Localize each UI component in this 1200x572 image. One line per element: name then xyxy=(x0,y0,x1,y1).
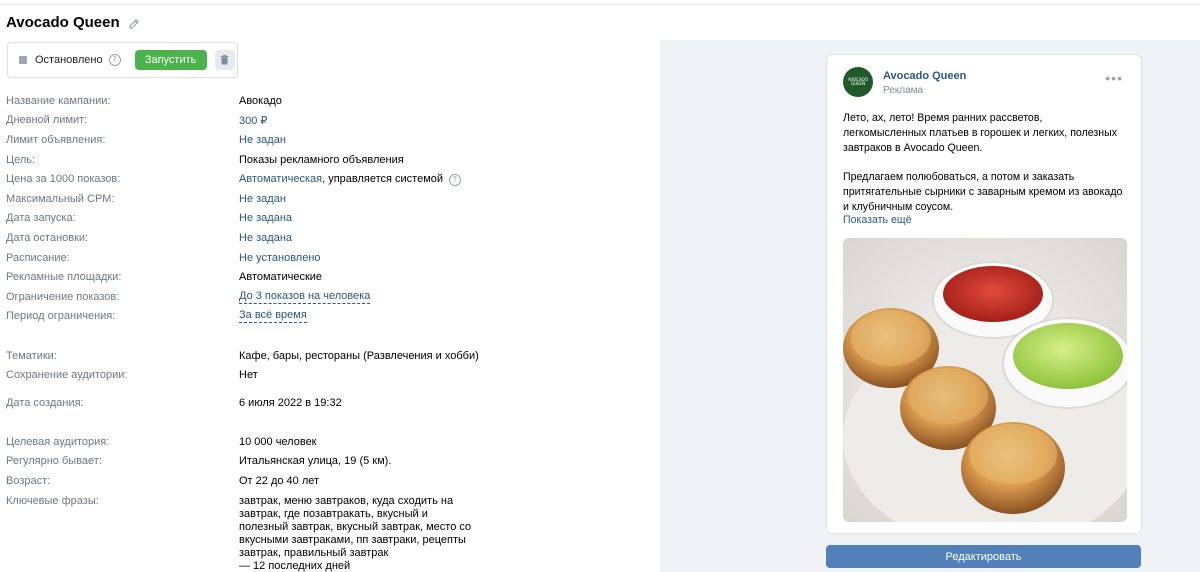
keyword-period: — 12 последних дней xyxy=(239,559,351,572)
detail-row: Ограничение показов: До 3 показов на чело… xyxy=(6,287,646,307)
trash-icon[interactable] xyxy=(214,50,235,70)
detail-value-link[interactable]: До 3 показов на человека xyxy=(239,290,371,304)
detail-row: Рекламные площадки: Автоматические xyxy=(6,267,646,287)
detail-value-link[interactable]: Автоматическая xyxy=(239,173,322,185)
detail-row: Сохранение аудитории: Нет xyxy=(6,365,646,385)
detail-value: Нет xyxy=(239,369,258,382)
ad-sublabel: Реклама xyxy=(883,85,924,96)
detail-row: Ключевые фразы: завтрак, меню завтраков, … xyxy=(6,491,646,572)
pencil-icon[interactable] xyxy=(128,17,140,29)
detail-row: Дневной лимит: 300 ₽ xyxy=(6,111,646,131)
detail-value-link[interactable]: Не задана xyxy=(239,232,292,244)
detail-label: Целевая аудитория: xyxy=(6,435,110,448)
detail-value-link[interactable]: Не установлено xyxy=(239,252,321,264)
detail-row: Возраст: От 22 до 40 лет xyxy=(6,471,646,491)
detail-value-link[interactable]: Не задан xyxy=(239,193,286,205)
detail-label: Дневной лимит: xyxy=(6,114,88,127)
detail-label: Дата остановки: xyxy=(6,231,89,244)
detail-label: Период ограничения: xyxy=(6,310,116,323)
detail-label: Дата создания: xyxy=(6,396,84,409)
detail-label: Рекламные площадки: xyxy=(6,271,122,284)
detail-row: Название кампании: Авокадо xyxy=(6,91,646,111)
start-button[interactable]: Запустить xyxy=(134,50,207,70)
detail-value: Автоматические xyxy=(239,271,323,284)
detail-row: Целевая аудитория: 10 000 человек xyxy=(6,432,646,452)
detail-value: 6 июля 2022 в 19:32 xyxy=(239,396,342,409)
edit-button[interactable]: Редактировать xyxy=(826,545,1141,568)
help-icon[interactable]: ? xyxy=(449,173,462,186)
detail-label: Лимит объявления: xyxy=(6,133,106,146)
detail-label: Ключевые фразы: xyxy=(6,494,99,507)
detail-value-link[interactable]: Не задан xyxy=(239,134,286,146)
detail-label: Расписание: xyxy=(6,251,70,264)
ad-preview-card: AVOCADO QUEEN Avocado Queen Реклама ••• … xyxy=(826,54,1142,534)
avatar[interactable]: AVOCADO QUEEN xyxy=(843,67,873,97)
more-icon[interactable]: ••• xyxy=(1105,71,1123,85)
status-text: Остановлено xyxy=(35,54,103,66)
detail-row: Максимальный CPM: Не задан xyxy=(6,189,646,209)
detail-label: Возраст: xyxy=(6,475,51,488)
post-paragraph: Предлагаем полюбоваться, а потом и заказ… xyxy=(843,171,1123,213)
post-paragraph: Лето, ах, лето! Время ранних рассветов, … xyxy=(843,112,1118,154)
detail-value: 10 000 человек xyxy=(239,435,317,448)
show-more-link[interactable]: Показать ещё xyxy=(843,214,911,226)
detail-value: От 22 до 40 лет xyxy=(239,475,320,488)
post-text: Лето, ах, лето! Время ранних рассветов, … xyxy=(843,111,1127,215)
detail-value-link[interactable]: 300 ₽ xyxy=(239,114,267,127)
campaign-details: Название кампании: Авокадо Дневной лимит: 3… xyxy=(6,91,646,572)
stopped-status-icon xyxy=(19,56,27,64)
detail-label: Максимальный CPM: xyxy=(6,192,115,205)
detail-value: завтрак, меню завтраков, куда сходить на… xyxy=(239,495,479,572)
detail-value: Показы рекламного объявления xyxy=(239,153,404,166)
top-divider xyxy=(0,4,1200,5)
detail-row: Регулярно бывает: Итальянская улица, 19 (… xyxy=(6,452,646,472)
detail-label: Регулярно бывает: xyxy=(6,455,102,468)
detail-value-link[interactable]: Не задана xyxy=(239,212,292,224)
detail-row: Дата создания: 6 июля 2022 в 19:32 xyxy=(6,393,646,413)
detail-label: Цена за 1000 показов: xyxy=(6,173,121,186)
detail-row: Лимит объявления: Не задан xyxy=(6,130,646,150)
keyword-list: завтрак, меню завтраков, куда сходить на… xyxy=(239,494,472,559)
detail-row: Цена за 1000 показов: Автоматическая, упр… xyxy=(6,169,646,189)
detail-value: Автоматическая, управляется системой? xyxy=(239,172,462,186)
detail-label: Название кампании: xyxy=(6,94,111,107)
detail-value: Кафе, бары, рестораны (Развлечения и хоб… xyxy=(239,349,479,362)
detail-value: Итальянская улица, 19 (5 км). xyxy=(239,455,392,468)
detail-label: Тематики: xyxy=(6,349,57,362)
detail-row: Расписание: Не установлено xyxy=(6,248,646,268)
detail-label: Цель: xyxy=(6,153,36,166)
detail-row: Период ограничения: За всё время xyxy=(6,307,646,327)
campaign-header: Avocado Queen xyxy=(6,14,140,31)
detail-value-suffix: , управляется системой xyxy=(322,172,444,185)
avatar-logo-text: AVOCADO QUEEN xyxy=(847,77,869,86)
detail-row: Дата запуска: Не задана xyxy=(6,209,646,229)
detail-value: Авокадо xyxy=(239,94,282,107)
detail-value-link[interactable]: За всё время xyxy=(239,309,307,324)
post-image[interactable] xyxy=(843,238,1127,522)
detail-row: Дата остановки: Не задана xyxy=(6,228,646,248)
status-panel: Остановлено ? Запустить xyxy=(7,42,238,78)
detail-label: Дата запуска: xyxy=(6,212,76,225)
help-icon[interactable]: ? xyxy=(108,54,121,66)
detail-label: Ограничение показов: xyxy=(6,290,120,303)
detail-row: Тематики: Кафе, бары, рестораны (Развлече… xyxy=(6,346,646,366)
author-name[interactable]: Avocado Queen xyxy=(883,70,966,82)
detail-row: Цель: Показы рекламного объявления xyxy=(6,150,646,170)
detail-label: Сохранение аудитории: xyxy=(6,369,128,382)
campaign-title: Avocado Queen xyxy=(6,14,120,31)
